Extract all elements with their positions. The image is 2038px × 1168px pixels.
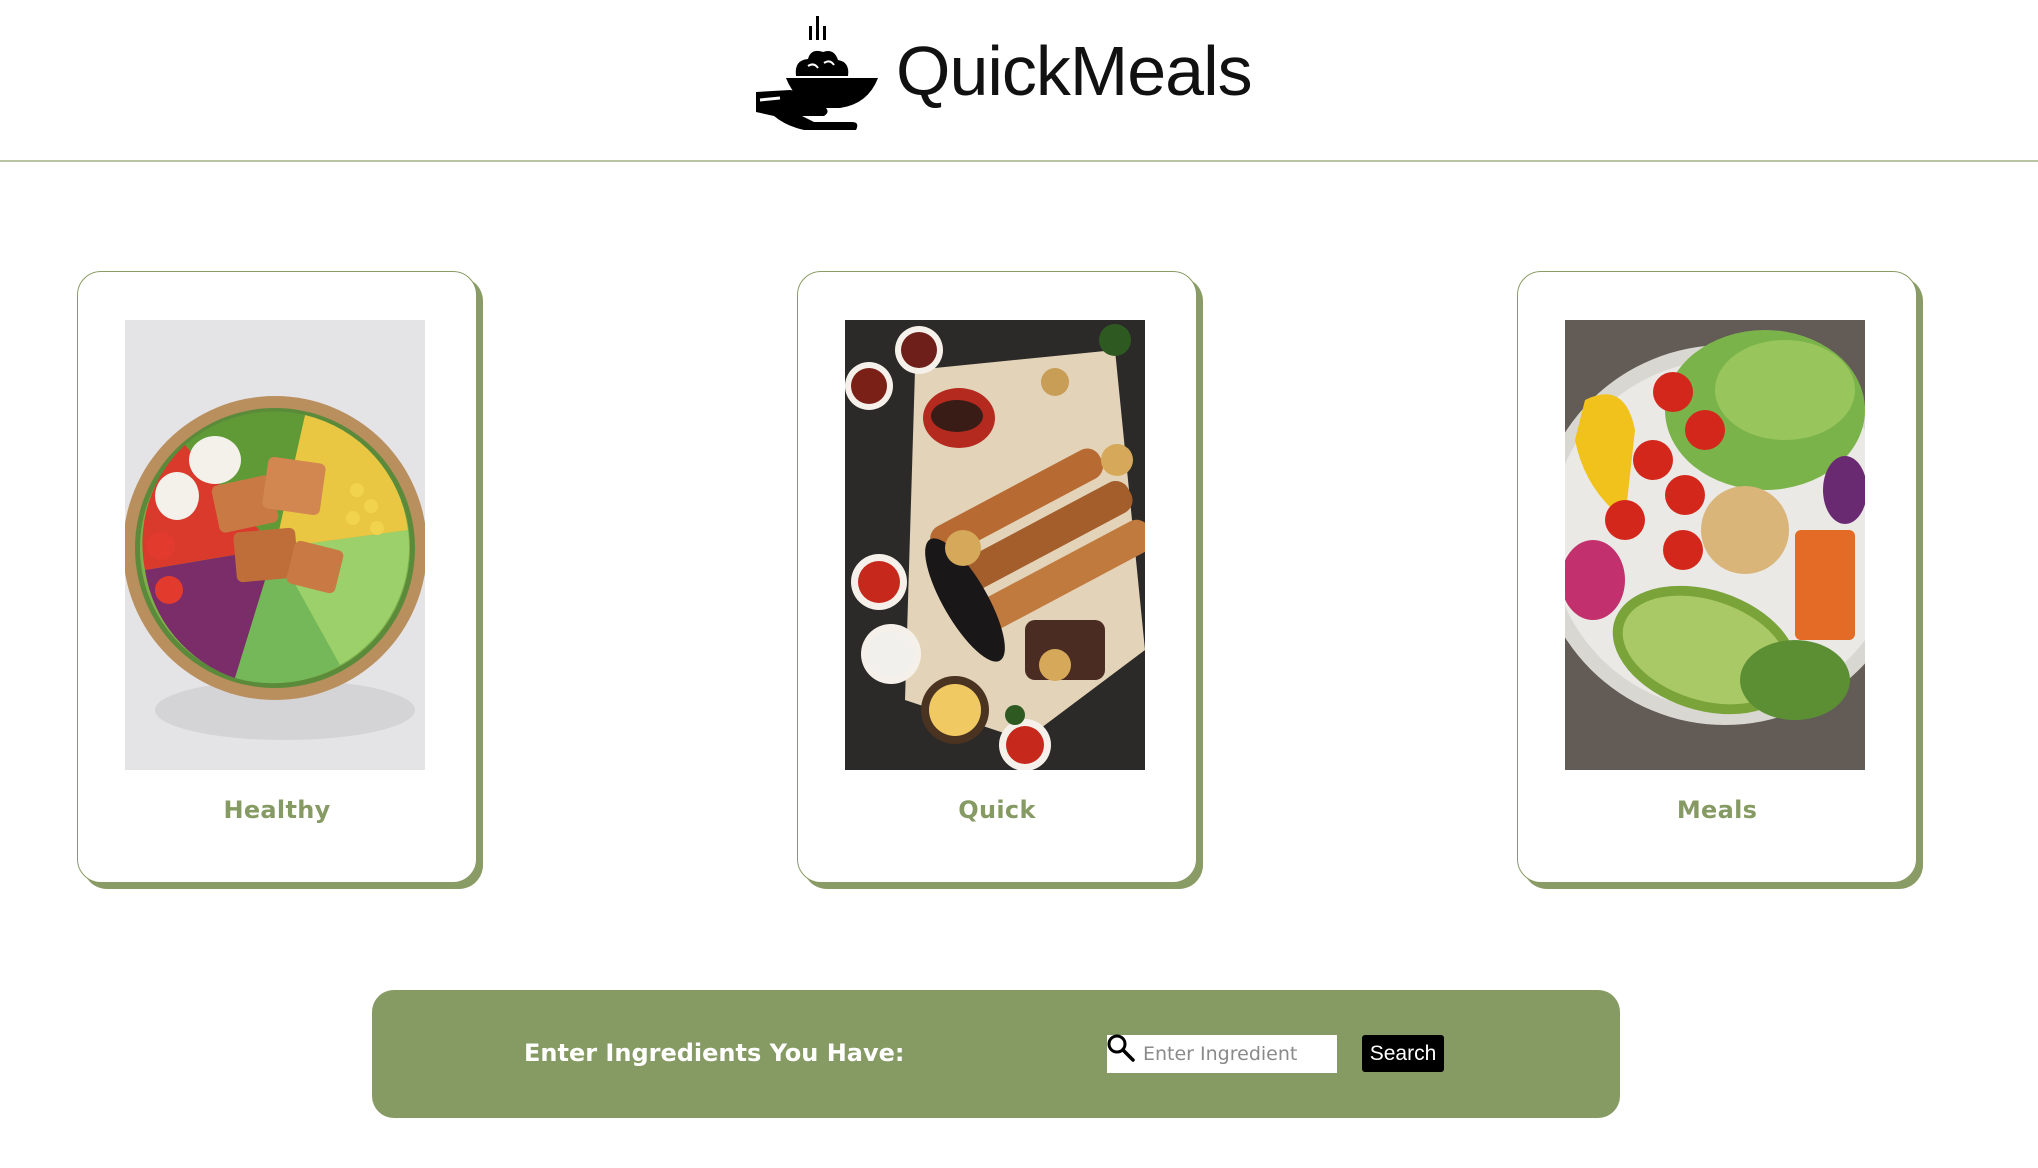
category-card-quick[interactable]: Quick [797, 271, 1197, 883]
site-header: QuickMeals [0, 0, 2038, 162]
card-label: Healthy [223, 796, 331, 824]
search-button[interactable]: Search [1362, 1035, 1444, 1072]
brand-name: QuickMeals [896, 32, 1253, 110]
ingredient-search-panel: Enter Ingredients You Have: Search [372, 990, 1620, 1118]
category-card-meals[interactable]: Meals [1517, 271, 1917, 883]
avocado-veggie-bowl-photo [1565, 320, 1865, 770]
search-label: Enter Ingredients You Have: [524, 1039, 905, 1067]
logo[interactable]: QuickMeals [756, 12, 1253, 130]
magnifier-icon [1107, 1034, 1135, 1062]
card-label: Meals [1676, 796, 1758, 824]
salmon-grain-bowl-photo [125, 320, 425, 770]
serving-hand-bowl-icon [756, 16, 878, 130]
grilled-kebab-platter-photo [845, 320, 1145, 770]
card-label: Quick [958, 796, 1036, 824]
category-card-healthy[interactable]: Healthy [77, 271, 477, 883]
ingredient-input[interactable] [1107, 1035, 1337, 1073]
